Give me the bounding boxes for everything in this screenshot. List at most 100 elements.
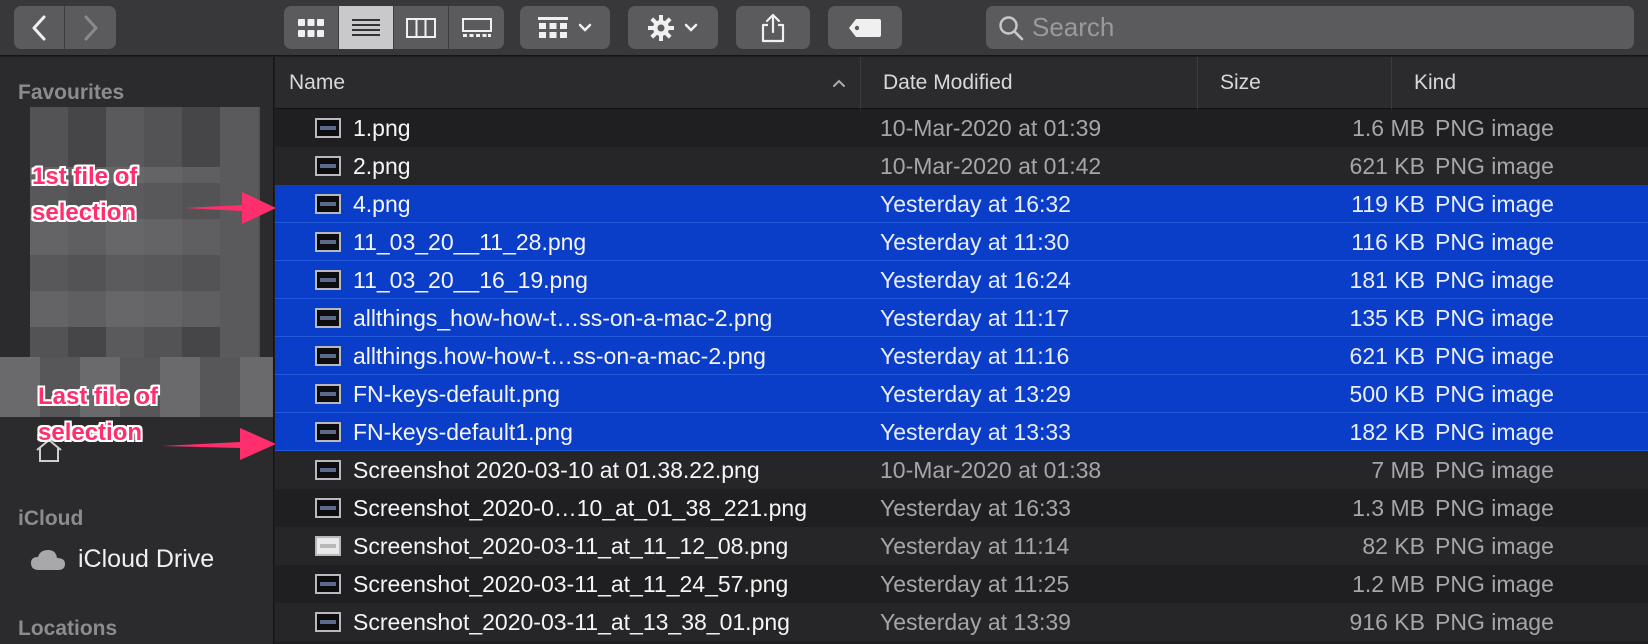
size-cell: 621 KB: [1349, 152, 1425, 179]
file-name-cell: Screenshot_2020-03-11_at_11_24_57.png: [315, 565, 788, 603]
table-row[interactable]: FN-keys-default1.png Yesterday at 13:33 18…: [275, 413, 1648, 451]
annotation-first-line1: 1st file of: [32, 163, 138, 190]
size-cell: 135 KB: [1349, 304, 1425, 331]
table-row[interactable]: Screenshot_2020-03-11_at_11_24_57.png Yes…: [275, 565, 1648, 603]
file-name-cell: FN-keys-default.png: [315, 375, 560, 413]
size-cell: 116 KB: [1351, 228, 1425, 255]
chevron-left-icon: [32, 15, 46, 40]
column-header-label: Name: [289, 71, 346, 94]
table-row[interactable]: 11_03_20__11_28.png Yesterday at 11:30 116…: [275, 223, 1648, 261]
view-mode-control: [284, 6, 504, 49]
table-row[interactable]: 2.png 10-Mar-2020 at 01:42 621 KB PNG image: [275, 147, 1648, 185]
file-name-cell: allthings_how-how-t…ss-on-a-mac-2.png: [315, 299, 772, 337]
column-header-label: Kind: [1414, 71, 1457, 94]
gallery-icon: [461, 17, 492, 37]
table-row[interactable]: 4.png Yesterday at 16:32 119 KB PNG image: [275, 185, 1648, 223]
list-icon: [352, 18, 380, 36]
list-view-button[interactable]: [339, 6, 394, 49]
group-by-button[interactable]: [520, 6, 610, 49]
sidebar-header-favourites: Favourites: [18, 81, 125, 104]
column-header-date-modified[interactable]: Date Modified: [861, 57, 1198, 109]
edit-tags-button[interactable]: [828, 6, 902, 49]
annotation-arrow-first: [184, 192, 276, 224]
chevron-down-icon: [578, 23, 592, 32]
table-row[interactable]: 1.png 10-Mar-2020 at 01:39 1.6 MB PNG image: [275, 109, 1648, 147]
forward-button[interactable]: [65, 6, 116, 49]
table-row[interactable]: Screenshot_2020-0…10_at_01_38_221.png Yes…: [275, 489, 1648, 527]
share-button[interactable]: [736, 6, 810, 49]
annotation-arrow-last: [162, 428, 276, 460]
png-thumbnail-icon: [315, 384, 341, 404]
back-button[interactable]: [14, 6, 65, 49]
file-list: Name Date Modified Size Kind 1.png 10-Mar…: [275, 57, 1648, 644]
png-thumbnail-icon: [315, 156, 341, 176]
kind-cell: PNG image: [1435, 570, 1554, 597]
date-modified-cell: 10-Mar-2020 at 01:39: [880, 114, 1102, 141]
date-modified-cell: Yesterday at 13:33: [880, 418, 1071, 445]
annotation-last-file: Last file of selection: [38, 379, 158, 451]
sidebar-item-label: iCloud Drive: [78, 545, 215, 573]
icon-view-button[interactable]: [284, 6, 339, 49]
table-row[interactable]: 11_03_20__16_19.png Yesterday at 16:24 181…: [275, 261, 1648, 299]
column-header-size[interactable]: Size: [1198, 57, 1392, 109]
cloud-icon: [31, 549, 65, 570]
column-view-button[interactable]: [394, 6, 449, 49]
kind-cell: PNG image: [1435, 608, 1554, 635]
chevron-right-icon: [84, 15, 97, 40]
date-modified-cell: Yesterday at 11:16: [880, 342, 1070, 369]
png-thumbnail-icon: [315, 612, 341, 632]
sidebar-item-icloud-drive[interactable]: iCloud Drive: [30, 545, 214, 574]
kind-cell: PNG image: [1435, 190, 1554, 217]
date-modified-cell: Yesterday at 13:39: [880, 608, 1071, 635]
file-name: Screenshot_2020-03-11_at_11_12_08.png: [353, 532, 789, 559]
file-name: Screenshot_2020-03-11_at_13_38_01.png: [353, 608, 790, 635]
file-name: allthings.how-how-t…ss-on-a-mac-2.png: [353, 342, 766, 369]
group-grid-icon: [538, 16, 568, 38]
date-modified-cell: Yesterday at 11:25: [880, 570, 1070, 597]
png-thumbnail-icon: [315, 270, 341, 290]
column-header-kind[interactable]: Kind: [1392, 57, 1648, 109]
kind-cell: PNG image: [1435, 456, 1554, 483]
search-icon: [999, 15, 1024, 40]
table-row[interactable]: allthings_how-how-t…ss-on-a-mac-2.png Yes…: [275, 299, 1648, 337]
file-name: 1.png: [353, 114, 411, 141]
size-cell: 182 KB: [1349, 418, 1425, 445]
table-row[interactable]: allthings.how-how-t…ss-on-a-mac-2.png Yes…: [275, 337, 1648, 375]
kind-cell: PNG image: [1435, 266, 1554, 293]
chevron-down-icon: [684, 23, 698, 32]
table-row[interactable]: FN-keys-default.png Yesterday at 13:29 500…: [275, 375, 1648, 413]
file-name: 11_03_20__16_19.png: [353, 266, 588, 293]
search-placeholder: Search: [1032, 12, 1115, 42]
grid-icon: [298, 18, 324, 37]
table-row[interactable]: Screenshot_2020-03-11_at_11_12_08.png Yes…: [275, 527, 1648, 565]
size-cell: 500 KB: [1349, 380, 1425, 407]
png-thumbnail-icon: [315, 422, 341, 442]
kind-cell: PNG image: [1435, 304, 1554, 331]
file-name: 11_03_20__11_28.png: [353, 228, 587, 255]
kind-cell: PNG image: [1435, 342, 1554, 369]
column-header-row: Name Date Modified Size Kind: [275, 57, 1648, 109]
file-name-cell: allthings.how-how-t…ss-on-a-mac-2.png: [315, 337, 766, 375]
png-thumbnail-icon: [315, 460, 341, 480]
file-name: Screenshot_2020-03-11_at_11_24_57.png: [353, 570, 789, 597]
file-name: FN-keys-default1.png: [353, 418, 573, 445]
file-name: Screenshot 2020-03-10 at 01.38.22.png: [353, 456, 760, 483]
column-header-name[interactable]: Name: [275, 57, 861, 109]
file-name-cell: 11_03_20__16_19.png: [315, 261, 588, 299]
table-row[interactable]: Screenshot_2020-03-11_at_13_38_01.png Yes…: [275, 603, 1648, 641]
date-modified-cell: Yesterday at 11:14: [880, 532, 1070, 559]
date-modified-cell: Yesterday at 16:24: [880, 266, 1071, 293]
table-row[interactable]: Screenshot 2020-03-10 at 01.38.22.png 10-…: [275, 451, 1648, 489]
png-thumbnail-icon: [315, 346, 341, 366]
kind-cell: PNG image: [1435, 228, 1554, 255]
kind-cell: PNG image: [1435, 494, 1554, 521]
file-name: 2.png: [353, 152, 411, 179]
action-menu-button[interactable]: [628, 6, 718, 49]
file-name-cell: FN-keys-default1.png: [315, 413, 573, 451]
gallery-view-button[interactable]: [449, 6, 504, 49]
file-name-cell: Screenshot_2020-0…10_at_01_38_221.png: [315, 489, 807, 527]
columns-icon: [406, 17, 436, 38]
annotation-last-line2: selection: [38, 419, 143, 446]
sidebar-header-icloud: iCloud: [18, 507, 84, 530]
search-field[interactable]: Search: [986, 6, 1634, 49]
